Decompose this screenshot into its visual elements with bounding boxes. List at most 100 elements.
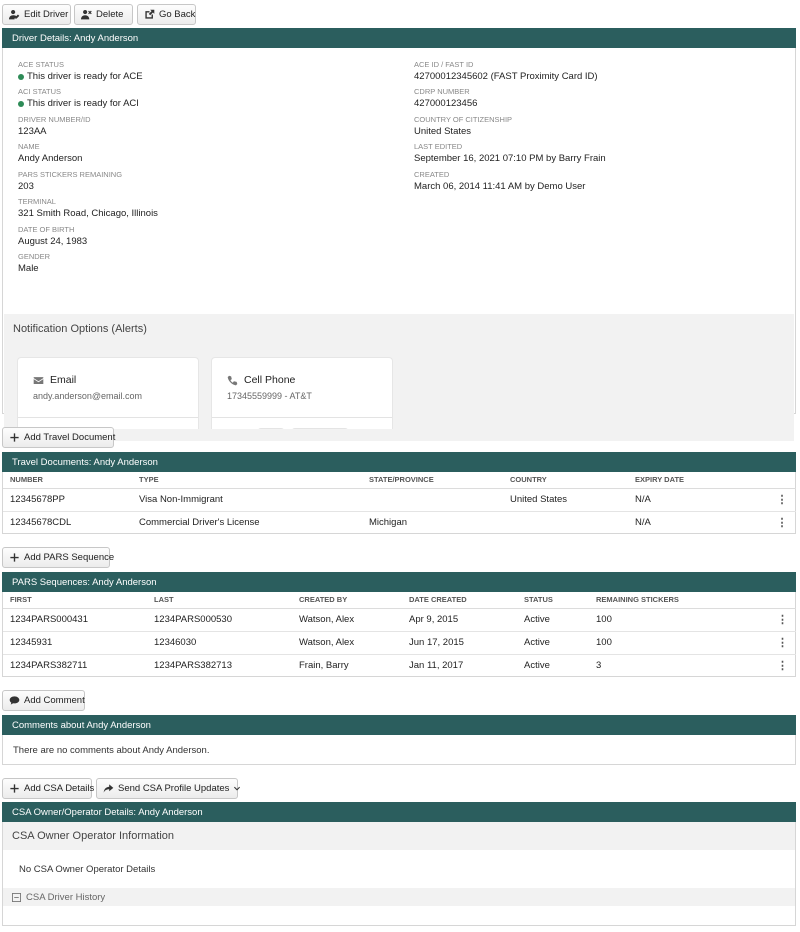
add-csa-details-label: Add CSA Details <box>24 783 95 794</box>
travel-documents-header: Travel Documents: Andy Anderson <box>2 452 796 472</box>
phone-card-value: 17345559999 - AT&T <box>227 391 312 401</box>
edit-driver-button[interactable]: Edit Driver <box>2 4 71 25</box>
field-value: September 16, 2021 07:10 PM by Barry Fra… <box>414 153 606 164</box>
go-back-label: Go Back <box>159 9 196 20</box>
edit-driver-label: Edit Driver <box>24 9 69 20</box>
table-cell: Jun 17, 2015 <box>402 631 517 655</box>
divider <box>212 417 392 418</box>
ace-id-field: ACE ID / FAST ID 42700012345602 (FAST Pr… <box>414 60 598 83</box>
add-csa-details-button[interactable]: Add CSA Details <box>2 778 95 799</box>
table-cell: Active <box>517 631 589 655</box>
column-header: FIRST <box>3 592 147 609</box>
user-delete-icon <box>81 10 92 20</box>
field-label: ACI STATUS <box>18 87 62 96</box>
table-header-row: FIRST LAST CREATED BY DATE CREATED STATU… <box>3 592 796 609</box>
ace-status-field: ACE STATUS This driver is ready for ACE <box>18 60 143 83</box>
table-cell: Watson, Alex <box>292 608 402 632</box>
comments-title: Comments about Andy Anderson <box>12 719 151 731</box>
table-cell: 1234PARS000530 <box>147 608 292 632</box>
row-actions-kebab-icon[interactable]: ⋮ <box>768 511 796 534</box>
travel-documents-title: Travel Documents: Andy Anderson <box>12 456 158 468</box>
comment-icon <box>9 696 20 705</box>
csa-info-subheader: CSA Owner Operator Information <box>3 822 795 850</box>
add-travel-document-button[interactable]: Add Travel Document <box>2 427 116 448</box>
field-label: CREATED <box>414 170 450 179</box>
column-header: EXPIRY DATE <box>628 472 768 489</box>
field-value: March 06, 2014 11:41 AM by Demo User <box>414 181 586 192</box>
plus-icon <box>10 553 19 562</box>
terminal-field: TERMINAL 321 Smith Road, Chicago, Illino… <box>18 197 158 220</box>
table-cell: Visa Non-Immigrant <box>132 488 362 512</box>
phone-card-title: Cell Phone <box>244 374 296 386</box>
row-actions-kebab-icon[interactable]: ⋮ <box>769 631 796 655</box>
row-actions-kebab-icon[interactable]: ⋮ <box>769 654 796 677</box>
date-of-birth-field: DATE OF BIRTH August 24, 1983 <box>18 225 87 248</box>
go-back-button[interactable]: Go Back <box>137 4 196 25</box>
table-header-row: NUMBER TYPE STATE/PROVINCE COUNTRY EXPIR… <box>3 472 796 489</box>
field-value: 42700012345602 (FAST Proximity Card ID) <box>414 71 598 82</box>
pars-sequences-table: FIRST LAST CREATED BY DATE CREATED STATU… <box>3 592 796 677</box>
csa-empty-message: No CSA Owner Operator Details <box>19 863 156 875</box>
field-value: This driver is ready for ACE <box>27 71 143 82</box>
table-cell: N/A <box>628 488 768 512</box>
field-label: DRIVER NUMBER/ID <box>18 115 91 124</box>
card-action-pill[interactable] <box>257 428 285 429</box>
travel-documents-table: NUMBER TYPE STATE/PROVINCE COUNTRY EXPIR… <box>3 472 796 534</box>
add-pars-sequence-button[interactable]: Add PARS Sequence <box>2 547 114 568</box>
driver-number-field: DRIVER NUMBER/ID 123AA <box>18 115 91 138</box>
csa-driver-history-toggle[interactable]: CSA Driver History <box>3 888 795 906</box>
column-header: STATUS <box>517 592 589 609</box>
card-action-pill[interactable] <box>291 428 349 429</box>
created-field: CREATED March 06, 2014 11:41 AM by Demo … <box>414 170 585 193</box>
column-header: COUNTRY <box>503 472 628 489</box>
csa-driver-history-label: CSA Driver History <box>26 891 106 903</box>
external-link-icon <box>145 9 155 19</box>
field-value: 321 Smith Road, Chicago, Illinois <box>18 208 158 219</box>
delete-driver-label: Delete <box>96 9 124 20</box>
field-label: COUNTRY OF CITIZENSHIP <box>414 115 513 124</box>
table-cell: N/A <box>635 517 651 529</box>
row-actions-kebab-icon[interactable]: ⋮ <box>768 488 796 512</box>
driver-details-panel: Driver Details: Andy Anderson ACE STATUS… <box>2 28 796 441</box>
table-row: 1234PARS000431 1234PARS000530 Watson, Al… <box>3 608 796 632</box>
collapse-minus-icon <box>12 892 21 902</box>
phone-icon <box>227 375 238 385</box>
table-cell: 12345678CDL <box>10 517 72 529</box>
column-header: REMAINING STICKERS <box>589 592 769 609</box>
field-value: August 24, 1983 <box>18 236 88 247</box>
csa-details-header: CSA Owner/Operator Details: Andy Anderso… <box>2 802 796 822</box>
table-cell: Active <box>524 660 550 672</box>
column-header: LAST <box>147 592 292 609</box>
plus-icon <box>10 433 19 442</box>
driver-details-title: Driver Details: Andy Anderson <box>12 32 139 44</box>
add-travel-document-label: Add Travel Document <box>24 432 116 443</box>
email-notification-card[interactable]: Email andy.anderson@email.com <box>17 357 199 429</box>
envelope-icon <box>33 376 44 384</box>
phone-notification-card[interactable]: Cell Phone 17345559999 - AT&T <box>211 357 393 429</box>
field-label: NAME <box>18 142 40 151</box>
table-row: 12345931 12346030 Watson, Alex Jun 17, 2… <box>3 631 796 655</box>
status-ok-icon <box>18 100 24 107</box>
pars-sequences-header: PARS Sequences: Andy Anderson <box>2 572 796 592</box>
table-row: 1234PARS382711 1234PARS382713 Frain, Bar… <box>3 654 796 677</box>
table-cell: 3 <box>596 660 602 672</box>
row-actions-kebab-icon[interactable]: ⋮ <box>769 608 796 632</box>
table-cell: Active <box>517 608 589 632</box>
table-cell: 12345678PP <box>3 488 132 512</box>
pars-sequences-panel: PARS Sequences: Andy Anderson FIRST LAST… <box>2 572 796 677</box>
name-field: NAME Andy Anderson <box>18 142 82 165</box>
send-csa-profile-updates-dropdown[interactable]: Send CSA Profile Updates <box>96 778 241 799</box>
add-comment-button[interactable]: Add Comment <box>2 690 85 711</box>
email-card-value: andy.anderson@email.com <box>33 391 143 401</box>
table-cell: United States <box>503 488 628 512</box>
field-label: CDRP NUMBER <box>414 87 470 96</box>
cdrp-number-field: CDRP NUMBER 427000123456 <box>414 87 477 110</box>
field-label: TERMINAL <box>18 197 56 206</box>
table-cell: Michigan <box>369 517 408 529</box>
table-cell <box>503 511 628 534</box>
csa-details-panel: CSA Owner/Operator Details: Andy Anderso… <box>2 802 796 926</box>
plus-icon <box>10 784 19 793</box>
table-cell: 1234PARS382711 <box>10 660 88 672</box>
delete-driver-button[interactable]: Delete <box>74 4 133 25</box>
table-cell: Watson, Alex <box>292 631 402 655</box>
